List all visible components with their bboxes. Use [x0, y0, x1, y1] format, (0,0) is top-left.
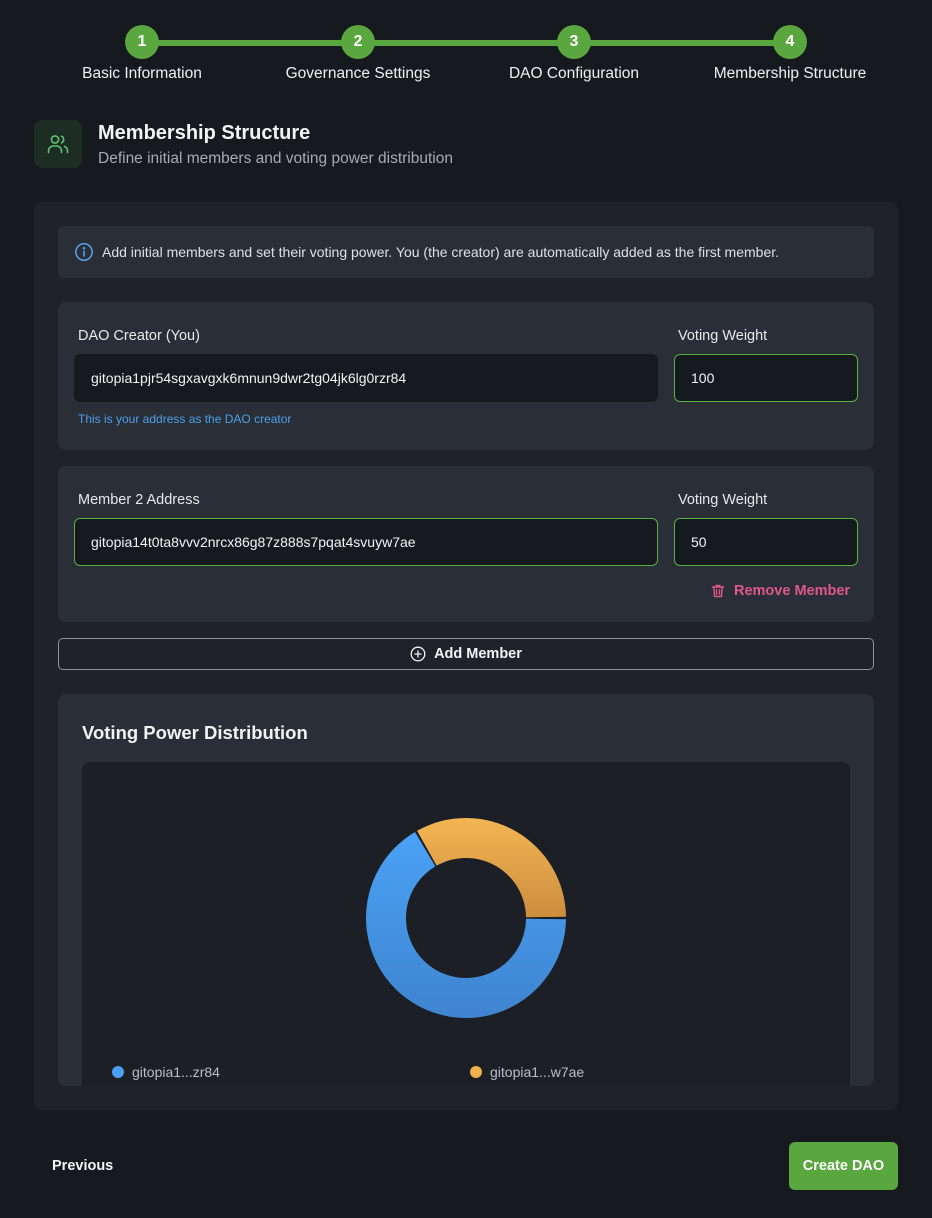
- creator-address-input[interactable]: [74, 354, 658, 402]
- add-member-label: Add Member: [434, 646, 522, 662]
- voting-power-chart-card: Voting Power Distribution gitopia1...zr8…: [58, 694, 874, 1086]
- membership-form-card: Add initial members and set their voting…: [34, 202, 898, 1110]
- creator-helper-text: This is your address as the DAO creator: [78, 412, 292, 426]
- step-number: 3: [557, 25, 591, 59]
- chart-title: Voting Power Distribution: [82, 722, 308, 743]
- page-title: Membership Structure: [98, 122, 311, 144]
- step-dao-configuration[interactable]: 3 DAO Configuration: [474, 24, 674, 83]
- chart-area: gitopia1...zr84 gitopia1...w7ae: [82, 762, 850, 1086]
- creator-weight-label: Voting Weight: [678, 328, 768, 344]
- legend-label: gitopia1...w7ae: [490, 1064, 585, 1080]
- plus-circle-icon: [410, 646, 426, 662]
- remove-member-label: Remove Member: [734, 583, 851, 599]
- step-number: 2: [341, 25, 375, 59]
- create-dao-button[interactable]: Create DAO: [789, 1142, 898, 1190]
- info-banner: Add initial members and set their voting…: [58, 226, 874, 278]
- step-label: DAO Configuration: [508, 65, 640, 82]
- step-number: 1: [125, 25, 159, 59]
- previous-button[interactable]: Previous: [40, 1148, 125, 1184]
- member-voting-weight-input[interactable]: [674, 518, 858, 566]
- step-basic-information[interactable]: 1 Basic Information: [42, 24, 242, 83]
- page-subtitle: Define initial members and voting power …: [98, 150, 453, 167]
- info-text: Add initial members and set their voting…: [102, 244, 780, 260]
- legend-dot: [112, 1066, 124, 1078]
- step-label: Governance Settings: [285, 65, 431, 82]
- trash-icon: [711, 584, 725, 598]
- add-member-button[interactable]: Add Member: [58, 638, 874, 670]
- info-icon: [75, 243, 93, 261]
- creator-voting-weight-input[interactable]: [674, 354, 858, 402]
- donut-slice-2[interactable]: [417, 818, 566, 918]
- member-card-2: Member 2 Address Voting Weight Remove Me…: [58, 466, 874, 622]
- legend-item-member-2: gitopia1...w7ae: [470, 1064, 584, 1080]
- creator-address-label: DAO Creator (You): [78, 328, 200, 344]
- voting-power-donut-chart: [365, 818, 566, 1018]
- step-membership-structure[interactable]: 4 Membership Structure: [690, 24, 890, 83]
- member-address-input[interactable]: [74, 518, 658, 566]
- step-label: Membership Structure: [713, 65, 867, 82]
- member-address-label: Member 2 Address: [78, 492, 200, 508]
- step-governance-settings[interactable]: 2 Governance Settings: [258, 24, 458, 83]
- progress-stepper: 1 Basic Information 2 Governance Setting…: [0, 24, 932, 94]
- section-header: Membership Structure Define initial memb…: [34, 120, 898, 170]
- step-label: Basic Information: [82, 65, 202, 82]
- legend-label: gitopia1...zr84: [132, 1064, 220, 1080]
- member-card-creator: DAO Creator (You) Voting Weight This is …: [58, 302, 874, 450]
- legend-dot: [470, 1066, 482, 1078]
- users-icon: [34, 120, 82, 168]
- remove-member-button[interactable]: Remove Member: [710, 580, 850, 602]
- step-number: 4: [773, 25, 807, 59]
- member-weight-label: Voting Weight: [678, 492, 768, 508]
- legend-item-creator: gitopia1...zr84: [112, 1064, 220, 1080]
